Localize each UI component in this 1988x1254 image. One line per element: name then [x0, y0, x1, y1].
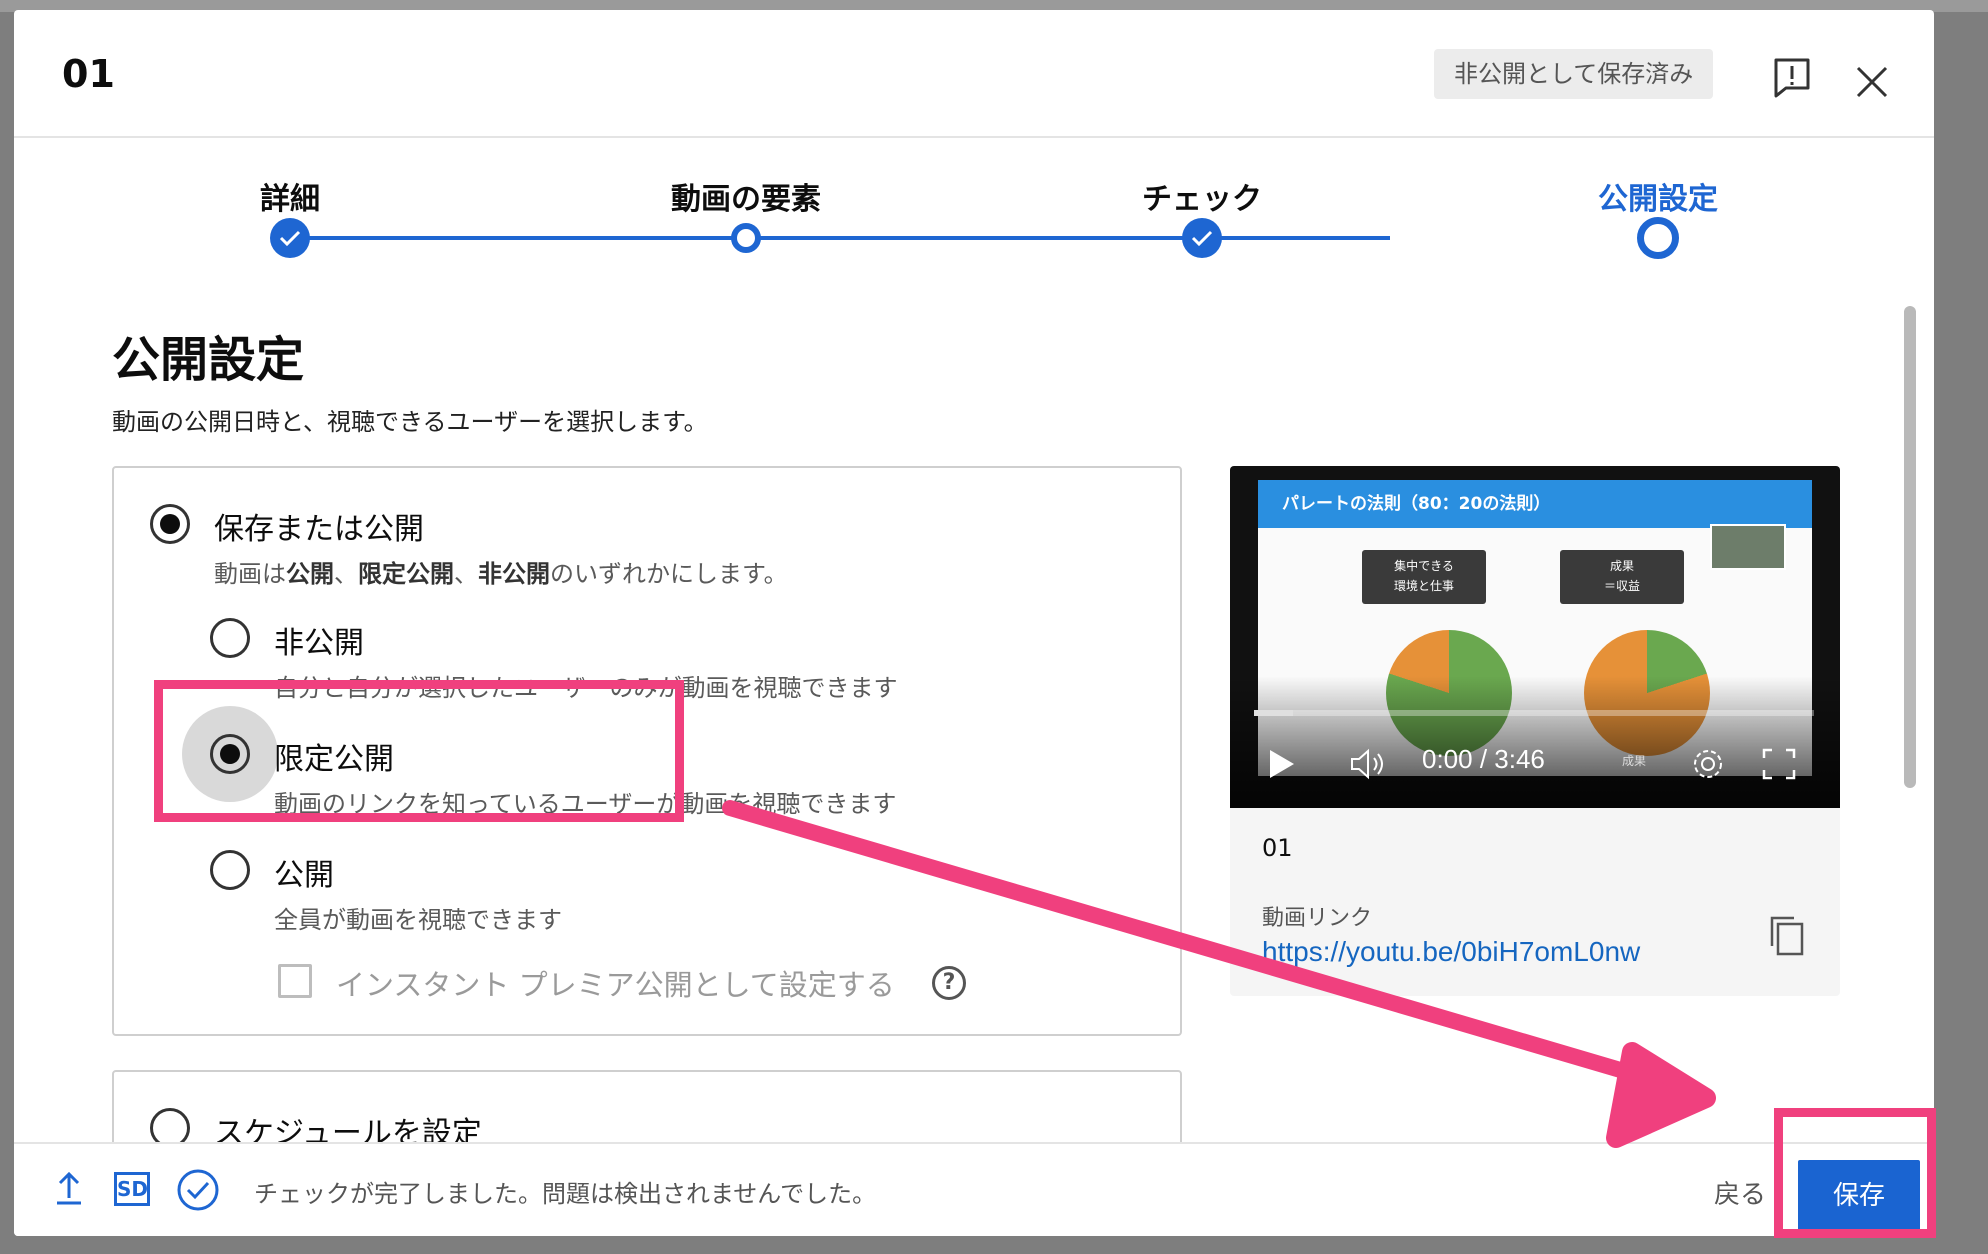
public-radio[interactable] [210, 850, 250, 890]
feedback-icon[interactable] [1764, 50, 1820, 106]
instant-premiere-label[interactable]: インスタント プレミア公開として設定する [336, 962, 895, 1004]
sd-quality-icon: SD [114, 1172, 150, 1206]
bubble-right-text: 成果 ＝収益 [1603, 559, 1640, 593]
stepper-track [290, 236, 1390, 240]
video-preview-card: パレートの法則（80：20の法則） 集中できる 環境と仕事 成果 ＝収益 0:0… [1230, 466, 1840, 996]
checks-status-text: チェックが完了しました。問題は検出されませんでした。 [254, 1180, 877, 1208]
upload-stepper: 詳細 動画の要素 チェック 公開設定 [14, 136, 1934, 286]
video-title: 01 [1262, 834, 1293, 862]
help-icon[interactable]: ? [932, 966, 966, 1000]
copy-icon[interactable] [1764, 912, 1812, 960]
public-label[interactable]: 公開 [274, 850, 334, 894]
desc-private: 非公開 [478, 560, 550, 588]
content-scrollbar[interactable] [1904, 306, 1916, 788]
step-checks-check-icon[interactable] [1182, 218, 1222, 258]
slide-title: パレートの法則（80：20の法則） [1258, 480, 1812, 528]
close-icon[interactable] [1844, 54, 1900, 110]
checks-complete-icon [176, 1168, 220, 1216]
bubble-left-text: 集中できる 環境と仕事 [1393, 559, 1454, 593]
desc-prefix: 動画は [214, 560, 286, 588]
visibility-dialog: 01 非公開として保存済み 詳細 動画の要素 チェック 公開設定 公開設定 動画… [14, 10, 1934, 1236]
desc-unlisted: 限定公開 [358, 560, 454, 588]
video-progress-fill [1254, 710, 1294, 716]
step-video-elements-label[interactable]: 動画の要素 [671, 174, 821, 218]
slide-footer-text: 成果 [1622, 754, 1647, 768]
saved-status-badge: 非公開として保存済み [1434, 49, 1714, 99]
settings-gear-icon[interactable] [1690, 746, 1726, 786]
fullscreen-icon[interactable] [1762, 748, 1796, 784]
visibility-heading: 公開設定 [112, 332, 305, 388]
back-button[interactable]: 戻る [1704, 1168, 1776, 1217]
desc-suffix: のいずれかにします。 [550, 560, 788, 588]
speaker-thumbnail [1710, 524, 1786, 570]
slide-bubble-left: 集中できる 環境と仕事 [1362, 550, 1486, 604]
save-or-publish-desc: 動画は公開、限定公開、非公開のいずれかにします。 [214, 554, 788, 589]
video-link-caption: 動画リンク [1262, 906, 1373, 931]
slide-bubble-right: 成果 ＝収益 [1560, 550, 1684, 604]
step-details-label[interactable]: 詳細 [260, 174, 320, 218]
schedule-label[interactable]: スケジュールを設定 [214, 1108, 482, 1142]
schedule-radio[interactable] [150, 1108, 190, 1142]
step-visibility-label[interactable]: 公開設定 [1598, 174, 1718, 218]
video-link[interactable]: https://youtu.be/0biH7omL0nw [1262, 936, 1640, 968]
video-control-shade [1230, 676, 1840, 808]
step-video-elements-node[interactable] [731, 223, 761, 253]
visibility-subtitle: 動画の公開日時と、視聴できるユーザーを選択します。 [112, 408, 708, 436]
save-or-publish-radio[interactable] [150, 504, 190, 544]
play-icon[interactable] [1268, 748, 1296, 784]
instant-premiere-checkbox[interactable] [278, 964, 312, 998]
save-highlight-box [1774, 1108, 1936, 1238]
desc-sep: 、 [454, 560, 478, 588]
video-progress-bar[interactable] [1254, 710, 1814, 716]
upload-icon [54, 1170, 84, 1210]
step-visibility-node[interactable] [1637, 217, 1679, 259]
save-or-publish-label[interactable]: 保存または公開 [214, 504, 424, 548]
schedule-panel: スケジュールを設定 [112, 1070, 1182, 1142]
dialog-footer: SD チェックが完了しました。問題は検出されませんでした。 戻る 保存 [14, 1142, 1934, 1236]
desc-public: 公開 [286, 560, 334, 588]
dialog-header: 01 非公開として保存済み [14, 10, 1934, 138]
video-player[interactable]: パレートの法則（80：20の法則） 集中できる 環境と仕事 成果 ＝収益 0:0… [1230, 466, 1840, 808]
private-radio[interactable] [210, 618, 250, 658]
video-time: 0:00 / 3:46 [1422, 744, 1545, 774]
public-desc: 全員が動画を視聴できます [274, 906, 562, 934]
dialog-title: 01 [62, 52, 115, 96]
volume-icon[interactable] [1350, 748, 1390, 784]
private-label[interactable]: 非公開 [274, 618, 364, 662]
desc-sep: 、 [334, 560, 358, 588]
step-checks-label[interactable]: チェック [1142, 174, 1262, 218]
unlisted-highlight-box [154, 680, 684, 822]
step-details-check-icon[interactable] [270, 218, 310, 258]
